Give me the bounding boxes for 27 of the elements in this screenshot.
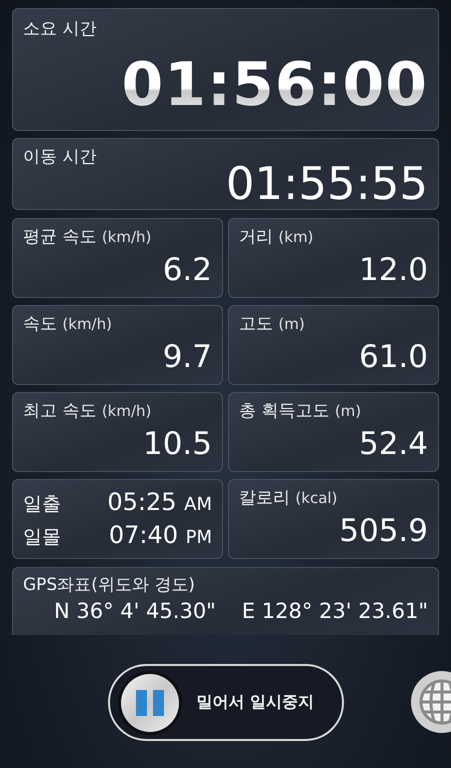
stat-label: 평균 속도 (km/h) xyxy=(23,227,152,248)
stat-label: 최고 속도 (km/h) xyxy=(23,401,152,422)
sun-time: 07:40 PM xyxy=(108,521,212,549)
globe-icon[interactable] xyxy=(410,670,451,734)
stat-label: 거리 (km) xyxy=(239,227,314,248)
stat-value: 9.7 xyxy=(162,342,212,374)
stat-value: 10.5 xyxy=(142,429,212,460)
stat-label: 고도 (m) xyxy=(239,314,306,334)
pause-knob-icon[interactable] xyxy=(116,670,182,736)
stat-value: 505.9 xyxy=(339,516,428,548)
stat-label: 총 획득고도 (m) xyxy=(239,401,362,422)
stat-value: 6.2 xyxy=(162,255,212,286)
stat-value: 52.4 xyxy=(358,429,428,460)
stat-value: 61.0 xyxy=(358,342,428,374)
gps-label: GPS좌표(위도와 경도) xyxy=(23,575,196,596)
stat-label: 속도 (km/h) xyxy=(23,314,113,334)
panel-label: 이동 시간 xyxy=(23,147,98,168)
latitude-value: N 36° 4' 45.30" xyxy=(54,599,216,624)
panel-label: 소요 시간 xyxy=(23,19,98,40)
sun-time: 05:25 AM xyxy=(107,488,212,516)
stat-label: 칼로리 (kcal) xyxy=(239,488,338,508)
longitude-value: E 128° 23' 23.61" xyxy=(242,599,428,624)
stat-value: 12.0 xyxy=(358,255,428,286)
sun-label: 일몰 xyxy=(23,525,61,550)
moving-time-value: 01:55:55 xyxy=(226,161,428,206)
pause-slider[interactable]: 밀어서 일시중지 xyxy=(108,664,344,741)
sun-label: 일출 xyxy=(23,492,61,517)
